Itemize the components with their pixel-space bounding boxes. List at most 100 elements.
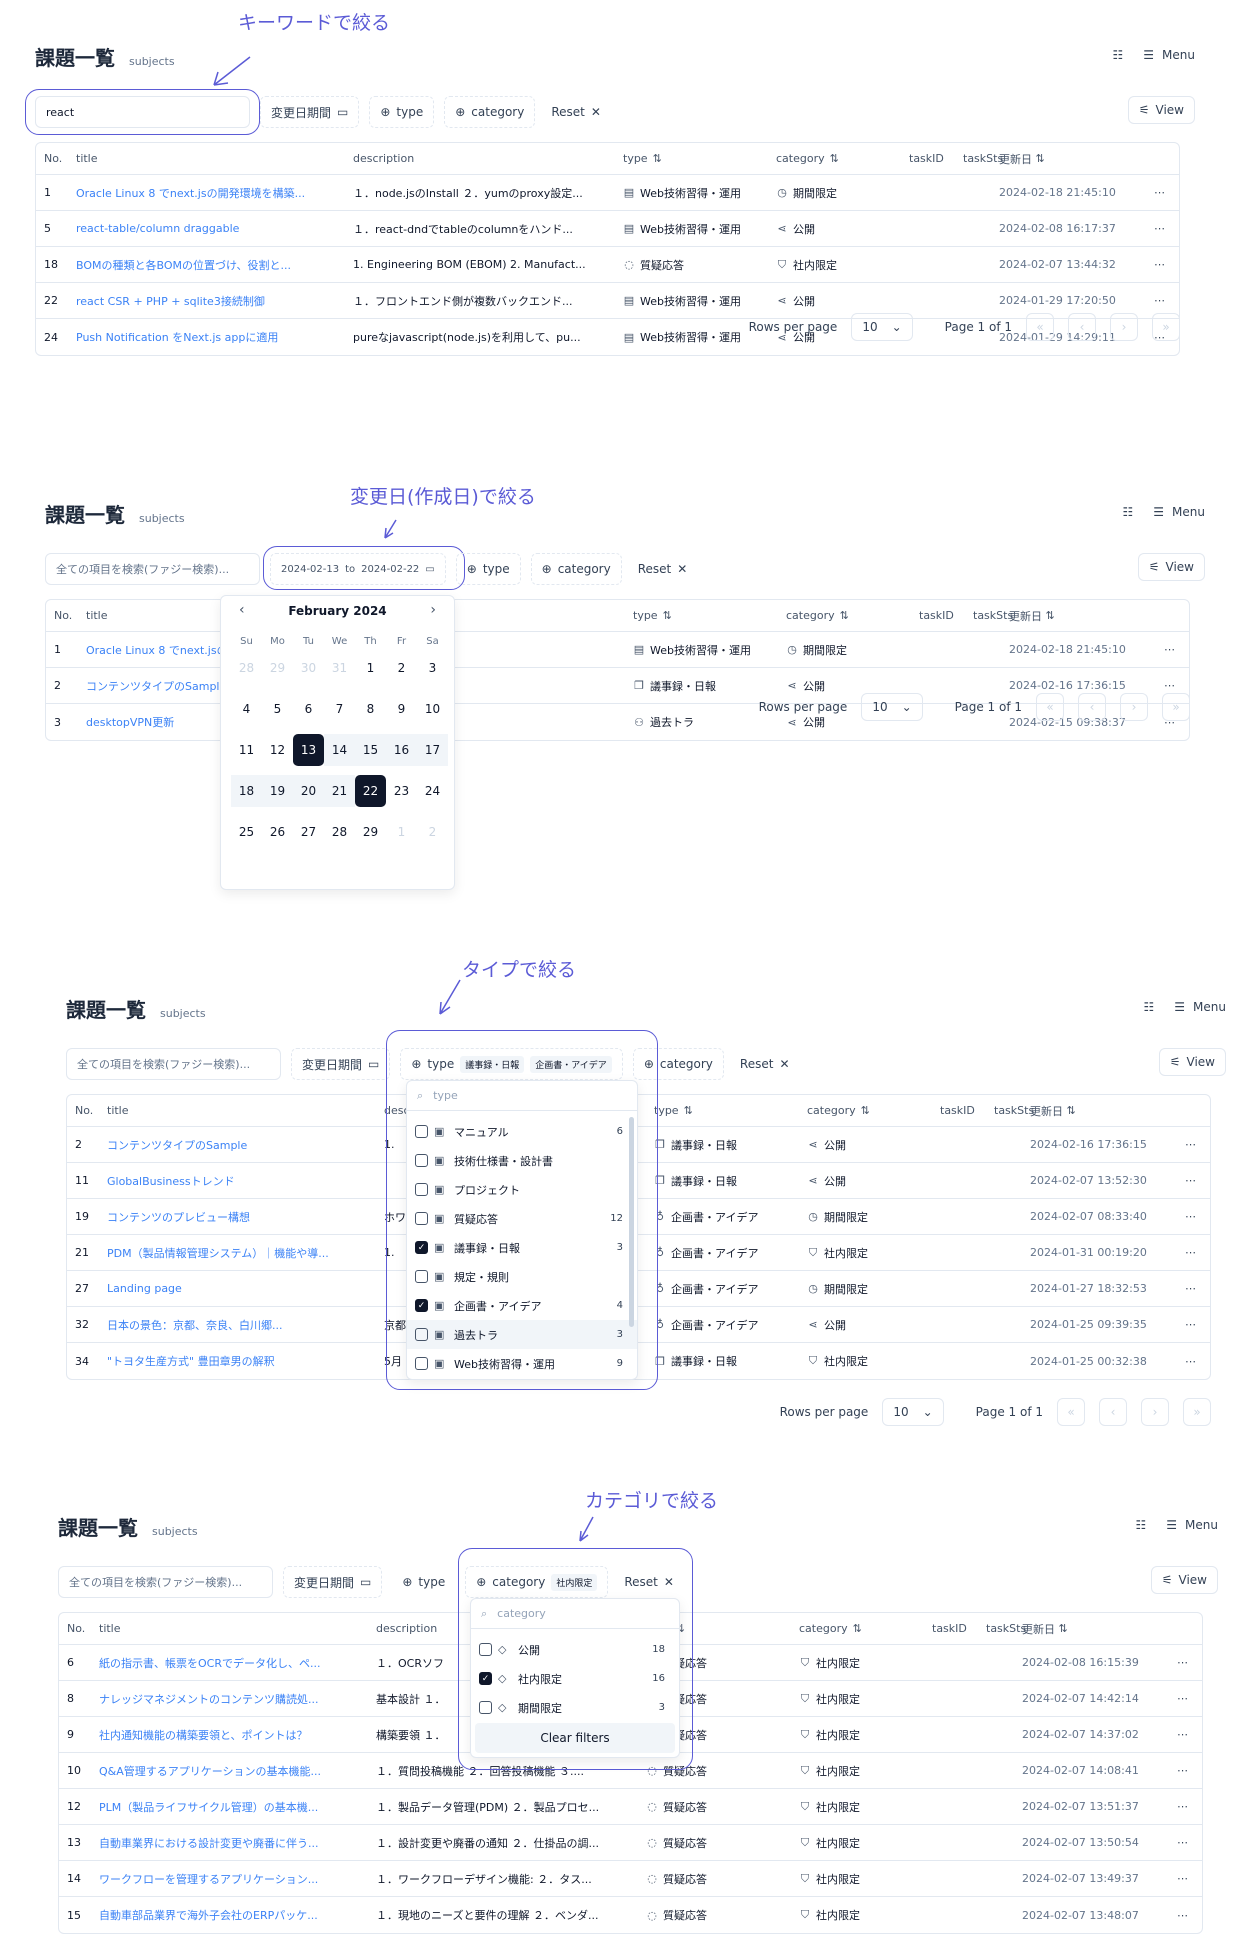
col-title[interactable]: title — [107, 1095, 352, 1126]
calendar-day[interactable]: 4 — [231, 693, 262, 725]
row-actions-icon[interactable]: ⋯ — [1154, 175, 1165, 210]
row-title-link[interactable]: GlobalBusinessトレンド — [107, 1163, 352, 1198]
filter-option[interactable]: ▣ 技術仕様書・設計書 — [407, 1146, 637, 1175]
row-title-link[interactable]: 社内通知機能の構築要領と、ポイントは？ — [99, 1717, 344, 1752]
col-no[interactable]: No. — [44, 143, 74, 174]
table-row[interactable]: 27 Landing page ♁ 企画書・アイデア ◷ 期間限定 2024-01-… — [67, 1271, 1210, 1307]
col-taskid[interactable]: taskID — [909, 143, 944, 174]
calendar-day[interactable]: 1 — [386, 816, 417, 848]
layout-toggle-icon[interactable]: ☷ — [1136, 1518, 1147, 1532]
checkbox[interactable] — [415, 1125, 428, 1138]
col-tasksts[interactable]: taskSts — [986, 1613, 1026, 1644]
row-title-link[interactable]: BOMの種類と各BOMの位置づけ、役割と... — [76, 247, 321, 282]
row-title-link[interactable]: 自動車部品業界で海外子会社のERPパッケ... — [99, 1897, 344, 1933]
calendar-day[interactable]: 10 — [417, 693, 448, 725]
row-title-link[interactable]: Oracle Linux 8 でnext.jsの開発環境を構築... — [76, 175, 321, 210]
calendar-day[interactable]: 8 — [355, 693, 386, 725]
checkbox[interactable] — [415, 1154, 428, 1167]
reset-button[interactable]: Reset ✕ — [632, 553, 694, 585]
calendar-day[interactable]: 27 — [293, 816, 324, 848]
search-input[interactable]: 全ての項目を検索(ファジー検索)... — [58, 1566, 273, 1598]
col-type[interactable]: type⇅ — [654, 1095, 794, 1126]
view-options-button[interactable]: ⚟ View — [1150, 1566, 1218, 1594]
calendar-day[interactable]: 15 — [355, 734, 386, 766]
checkbox[interactable] — [415, 1212, 428, 1225]
row-actions-icon[interactable]: ⋯ — [1185, 1163, 1196, 1198]
table-row[interactable]: 13 自動車業界における設計変更や廃番に伴う... １．設計変更や廃番の通知 ２… — [59, 1825, 1202, 1861]
table-row[interactable]: 32 日本の景色：京都、奈良、白川郷... 京都 ♁ 企画書・アイデア ⋖ 公開 2… — [67, 1307, 1210, 1343]
checkbox[interactable] — [415, 1357, 428, 1370]
table-row[interactable]: 19 コンテンツのプレビュー構想 ホワ ♁ 企画書・アイデア ◷ 期間限定 2024… — [67, 1199, 1210, 1235]
col-updated[interactable]: 更新日 ⇅ — [1009, 600, 1055, 631]
filter-option[interactable]: ✓ ◇ 社内限定 16 — [471, 1664, 679, 1693]
row-title-link[interactable]: ナレッジマネジメントのコンテンツ購読処... — [99, 1681, 344, 1716]
calendar-day[interactable]: 20 — [293, 775, 324, 807]
last-page-button[interactable]: » — [1183, 1398, 1211, 1426]
row-title-link[interactable]: Landing page — [107, 1271, 352, 1306]
checkbox[interactable]: ✓ — [415, 1241, 428, 1254]
col-category[interactable]: category ⇅ — [776, 143, 896, 174]
calendar-day[interactable]: 18 — [231, 775, 262, 807]
row-actions-icon[interactable]: ⋯ — [1154, 247, 1165, 282]
calendar-day[interactable]: 28 — [231, 652, 262, 684]
filter-option[interactable]: ◇ 期間限定 3 — [471, 1693, 679, 1722]
filter-search-input[interactable]: ⌕ type — [407, 1081, 637, 1111]
calendar-day[interactable]: 3 — [417, 652, 448, 684]
col-category[interactable]: category ⇅ — [786, 600, 906, 631]
last-page-button[interactable]: » — [1152, 313, 1180, 341]
view-options-button[interactable]: ⚟ View — [1127, 96, 1195, 124]
table-row[interactable]: 34 "トヨタ生産方式" 豊田章男の解釈 5月 ❐ 議事録・日報 ⛉ 社内限定 20… — [67, 1343, 1210, 1379]
date-range-button[interactable]: 2024-02-13 to 2024-02-22 ▭ — [270, 553, 446, 585]
col-type[interactable]: type⇅ — [633, 600, 773, 631]
table-row[interactable]: 1 Oracle Linux 8 でnext.jsの開発環境を構築... １．n… — [36, 175, 1179, 211]
checkbox[interactable] — [415, 1183, 428, 1196]
row-actions-icon[interactable]: ⋯ — [1185, 1199, 1196, 1234]
row-title-link[interactable]: Push Notification をNext.js appに適用 — [76, 319, 321, 355]
calendar-day[interactable]: 31 — [324, 652, 355, 684]
row-title-link[interactable]: 日本の景色：京都、奈良、白川郷... — [107, 1307, 352, 1342]
filter-option[interactable]: ▣ 過去トラ 3 — [407, 1320, 637, 1349]
row-actions-icon[interactable]: ⋯ — [1185, 1271, 1196, 1306]
category-filter-button[interactable]: ⊕ category — [444, 96, 536, 128]
reset-button[interactable]: Reset ✕ — [545, 96, 607, 128]
next-page-button[interactable]: › — [1141, 1398, 1169, 1426]
calendar-day[interactable]: 12 — [262, 734, 293, 766]
category-filter-button[interactable]: ⊕ category — [632, 1048, 724, 1080]
rows-per-page-select[interactable]: 10 ⌄ — [851, 313, 913, 341]
row-actions-icon[interactable]: ⋯ — [1185, 1127, 1196, 1162]
row-actions-icon[interactable]: ⋯ — [1177, 1789, 1188, 1824]
type-filter-button[interactable]: ⊕ type — [455, 553, 521, 585]
row-actions-icon[interactable]: ⋯ — [1177, 1645, 1188, 1680]
clear-filters-button[interactable]: Clear filters — [475, 1723, 675, 1753]
menu-button[interactable]: ☰ Menu — [1153, 505, 1205, 519]
calendar-day[interactable]: 17 — [417, 734, 448, 766]
calendar-day[interactable]: 2 — [417, 816, 448, 848]
table-row[interactable]: 18 BOMの種類と各BOMの位置づけ、役割と... 1. Engineerin… — [36, 247, 1179, 283]
calendar-day[interactable]: 29 — [262, 652, 293, 684]
row-title-link[interactable]: "トヨタ生産方式" 豊田章男の解釈 — [107, 1343, 352, 1379]
checkbox[interactable] — [415, 1270, 428, 1283]
filter-option[interactable]: ▣ 規定・規則 — [407, 1262, 637, 1291]
reset-button[interactable]: Reset ✕ — [734, 1048, 796, 1080]
col-description[interactable]: description — [353, 143, 598, 174]
row-title-link[interactable]: Q&A管理するアプリケーションの基本機能... — [99, 1753, 344, 1788]
row-title-link[interactable]: PDM（製品情報管理システム）｜機能や導... — [107, 1235, 352, 1270]
reset-button[interactable]: Reset ✕ — [618, 1566, 680, 1598]
row-actions-icon[interactable]: ⋯ — [1164, 632, 1175, 667]
col-category[interactable]: category ⇅ — [799, 1613, 919, 1644]
col-updated[interactable]: 更新日 ⇅ — [1030, 1095, 1076, 1126]
checkbox[interactable] — [479, 1643, 492, 1656]
table-row[interactable]: 5 react-table/column draggable １．react-d… — [36, 211, 1179, 247]
type-filter-button[interactable]: ⊕ type — [369, 96, 435, 128]
scrollbar[interactable] — [629, 1117, 634, 1327]
category-filter-button[interactable]: ⊕ category — [530, 553, 622, 585]
table-row[interactable]: 12 PLM（製品ライフサイクル管理）の基本機... １．製品データ管理(PDM… — [59, 1789, 1202, 1825]
col-updated[interactable]: 更新日 ⇅ — [999, 143, 1045, 174]
calendar-day[interactable]: 7 — [324, 693, 355, 725]
layout-toggle-icon[interactable]: ☷ — [1113, 48, 1124, 62]
next-page-button[interactable]: › — [1110, 313, 1138, 341]
calendar-day[interactable]: 5 — [262, 693, 293, 725]
layout-toggle-icon[interactable]: ☷ — [1144, 1000, 1155, 1014]
last-page-button[interactable]: » — [1162, 693, 1190, 721]
search-input[interactable]: 全ての項目を検索(ファジー検索)... — [66, 1048, 281, 1080]
